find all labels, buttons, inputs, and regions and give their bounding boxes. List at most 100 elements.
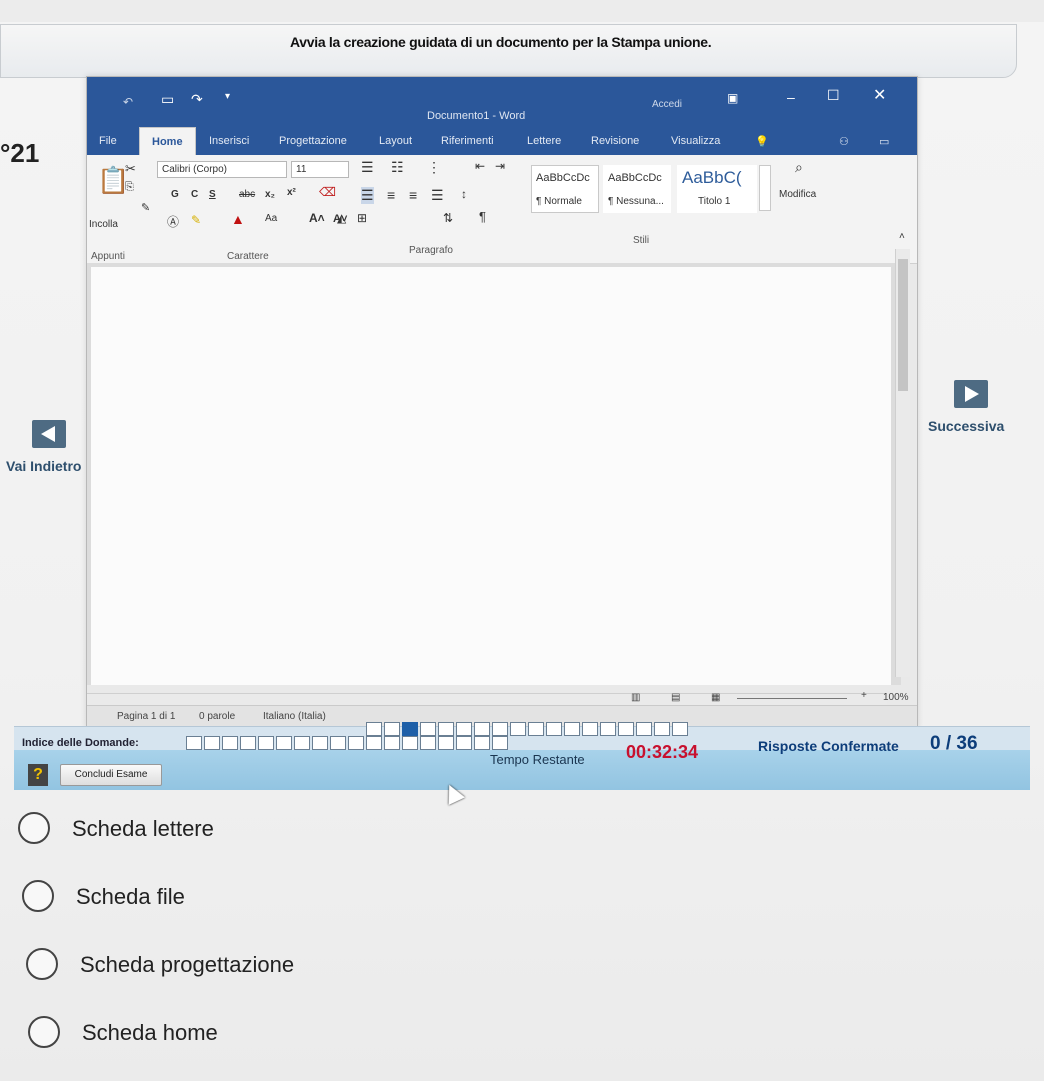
font-color-icon[interactable]: ▲ [231,211,245,227]
paste-label[interactable]: Incolla [89,219,118,230]
radio-button[interactable] [22,880,54,912]
style-no-spacing[interactable]: AaBbCcDc ¶ Nessuna... [603,165,671,213]
borders-icon[interactable]: ⊞ [357,211,367,225]
tab-insert[interactable]: Inserisci [209,135,249,147]
print-layout-icon[interactable]: ▤ [671,692,680,703]
close-icon[interactable]: ✕ [873,85,886,105]
question-index-cell[interactable] [420,722,436,736]
styles-scroll[interactable] [759,165,771,211]
radio-button[interactable] [28,1016,60,1048]
radio-button[interactable] [18,812,50,844]
superscript-button[interactable]: x² [287,187,296,198]
question-index-cell[interactable] [330,736,346,750]
highlight-icon[interactable]: ✎ [191,213,201,227]
question-index-cell[interactable] [186,736,202,750]
undo-icon[interactable]: ↶ [123,95,133,109]
maximize-icon[interactable]: ☐ [827,87,840,104]
question-index-cell[interactable] [474,722,490,736]
answer-text[interactable]: Scheda progettazione [80,952,294,978]
question-index-cell[interactable] [636,722,652,736]
question-index-cell[interactable] [492,722,508,736]
cut-icon[interactable]: ✂ [125,161,136,177]
account-icon[interactable]: ⚇ [839,135,849,148]
question-index-cell[interactable] [618,722,634,736]
font-name-dropdown[interactable]: Calibri (Corpo) [157,161,287,178]
tab-home[interactable]: Home [139,127,196,158]
question-index-cell[interactable] [384,736,400,750]
tab-review[interactable]: Revisione [591,135,639,147]
font-size-dropdown[interactable]: 11 [291,161,349,178]
bold-button[interactable]: G [171,189,179,200]
document-page[interactable] [91,267,891,685]
comments-icon[interactable]: ▭ [879,135,889,148]
question-index-cell[interactable] [204,736,220,750]
align-left-icon[interactable]: ☰ [361,187,374,204]
question-index-cell[interactable] [258,736,274,750]
numbering-icon[interactable]: ☷ [391,159,404,176]
answer-text[interactable]: Scheda file [76,884,185,910]
grow-font-icon[interactable]: A˄ [309,211,325,225]
vertical-scroll-thumb[interactable] [898,259,908,391]
question-index-cell[interactable] [276,736,292,750]
underline-button[interactable]: S [209,189,216,200]
radio-button[interactable] [26,948,58,980]
multilevel-list-icon[interactable]: ⋮ [427,159,441,176]
zoom-in-icon[interactable]: + [861,690,867,701]
style-normal[interactable]: AaBbCcDc ¶ Normale [531,165,599,213]
shading-icon[interactable]: ◭ [337,211,346,225]
find-icon[interactable]: ⌕ [795,159,803,176]
question-index-cell[interactable] [492,736,508,750]
next-label[interactable]: Successiva [928,418,1004,434]
question-index-cell[interactable] [240,736,256,750]
help-button[interactable]: ? [28,764,48,786]
question-index-cell[interactable] [222,736,238,750]
pilcrow-icon[interactable]: ¶ [479,209,486,224]
question-index-cell[interactable] [528,722,544,736]
zoom-slider[interactable] [737,692,847,699]
italic-button[interactable]: C [191,189,198,200]
style-heading-1[interactable]: AaBbC( Titolo 1 [677,165,757,213]
prev-label[interactable]: Vai Indietro [6,458,81,474]
question-index-cell[interactable] [456,736,472,750]
strikethrough-button[interactable]: abc [239,189,255,200]
subscript-button[interactable]: x₂ [265,189,275,200]
sign-in-link[interactable]: Accedi [652,99,682,110]
question-index-cell[interactable] [438,736,454,750]
question-index-cell[interactable] [672,722,688,736]
tab-file[interactable]: File [99,135,117,147]
line-spacing-icon[interactable]: ↕ [461,187,467,201]
question-index-cell[interactable] [438,722,454,736]
web-layout-icon[interactable]: ▦ [711,692,720,703]
bullets-icon[interactable]: ☰ [361,159,374,176]
question-index-cell[interactable] [348,736,364,750]
question-index-cell[interactable] [510,722,526,736]
zoom-level[interactable]: 100% [883,692,909,703]
tab-design[interactable]: Progettazione [279,135,347,147]
question-index-cell[interactable] [564,722,580,736]
justify-icon[interactable]: ☰ [431,187,444,204]
tab-references[interactable]: Riferimenti [441,135,494,147]
question-index-cell[interactable] [366,736,382,750]
copy-icon[interactable]: ⎘ [125,181,134,194]
tab-view[interactable]: Visualizza [671,135,720,147]
question-index-cell[interactable] [384,722,400,736]
edit-modify-button[interactable]: Modifica [779,189,816,200]
question-index-cell[interactable] [654,722,670,736]
question-index-cell[interactable] [294,736,310,750]
lightbulb-icon[interactable]: 💡 [755,135,769,148]
align-center-icon[interactable]: ≡ [387,187,395,203]
question-index-cell[interactable] [582,722,598,736]
question-index-cell[interactable] [366,722,382,736]
question-index-cell[interactable] [402,722,418,736]
answer-text[interactable]: Scheda home [82,1020,218,1046]
read-mode-icon[interactable]: ▥ [631,692,640,703]
increase-indent-icon[interactable]: ⇥ [495,159,505,173]
format-painter-icon[interactable]: ✎ [141,201,150,214]
prev-button[interactable] [32,420,66,448]
question-index-cell[interactable] [312,736,328,750]
vertical-scrollbar[interactable] [895,249,910,677]
tab-mailings[interactable]: Lettere [527,135,561,147]
question-index-cell[interactable] [474,736,490,750]
question-index-cell[interactable] [420,736,436,750]
align-right-icon[interactable]: ≡ [409,187,417,203]
